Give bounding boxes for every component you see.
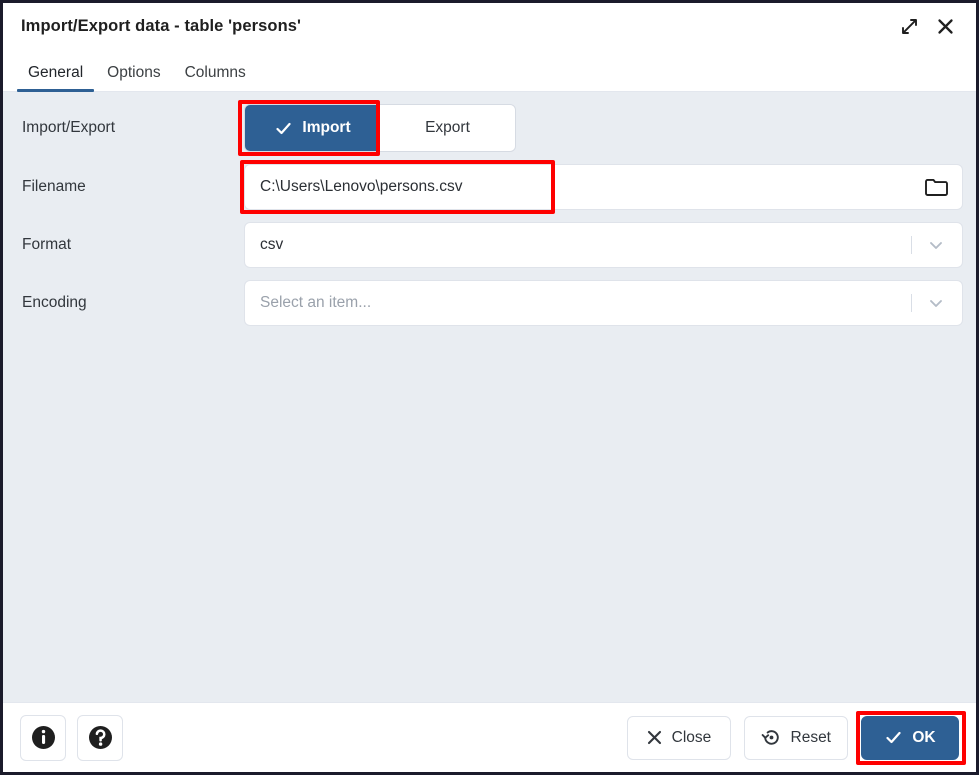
info-button[interactable] (20, 715, 66, 761)
tab-bar: General Options Columns (3, 50, 976, 92)
help-icon (87, 724, 114, 751)
import-export-dialog: Import/Export data - table 'persons' Gen… (0, 0, 979, 775)
filename-control: C:\Users\Lenovo\persons.csv (245, 165, 962, 209)
filename-input[interactable]: C:\Users\Lenovo\persons.csv (260, 178, 916, 196)
page-title: Import/Export data - table 'persons' (21, 17, 301, 36)
format-value: csv (260, 236, 911, 254)
close-button[interactable]: Close (627, 716, 731, 760)
tab-general[interactable]: General (16, 64, 95, 91)
encoding-label: Encoding (17, 294, 245, 312)
close-icon (646, 729, 663, 746)
annotation-highlight-ok (856, 711, 966, 765)
format-label: Format (17, 236, 245, 254)
title-bar: Import/Export data - table 'persons' (3, 3, 976, 50)
format-row: Format csv (17, 223, 962, 267)
info-icon (30, 724, 57, 751)
reset-button[interactable]: Reset (744, 716, 849, 760)
encoding-row: Encoding Select an item... (17, 281, 962, 325)
encoding-value: Select an item... (260, 294, 911, 312)
check-icon (884, 728, 903, 747)
encoding-select[interactable]: Select an item... (245, 281, 962, 325)
ok-button-label: OK (912, 729, 935, 747)
encoding-control: Select an item... (245, 281, 962, 325)
import-toggle-label: Import (302, 119, 350, 137)
check-icon (274, 119, 293, 138)
filename-row: Filename C:\Users\Lenovo\persons.csv (17, 165, 962, 209)
tab-columns[interactable]: Columns (173, 64, 258, 91)
export-toggle-label: Export (425, 119, 470, 137)
close-button-label: Close (672, 729, 712, 747)
close-icon[interactable] (930, 12, 960, 42)
export-toggle-button[interactable]: Export (380, 105, 515, 151)
dialog-footer: Close Reset OK (3, 702, 976, 772)
filename-field[interactable]: C:\Users\Lenovo\persons.csv (245, 165, 962, 209)
import-export-toggle-group: Import Export (245, 105, 515, 151)
format-separator (911, 236, 912, 254)
import-export-row: Import/Export Import Export (17, 105, 962, 151)
reset-button-label: Reset (791, 729, 832, 747)
chevron-down-icon[interactable] (916, 284, 956, 322)
import-export-label: Import/Export (17, 119, 245, 137)
import-toggle-button[interactable]: Import (245, 105, 380, 151)
general-tab-panel: Import/Export Import Export (3, 92, 976, 702)
reset-icon (761, 727, 782, 748)
import-export-control: Import Export (245, 105, 962, 151)
format-select[interactable]: csv (245, 223, 962, 267)
ok-button[interactable]: OK (861, 716, 959, 760)
tab-options[interactable]: Options (95, 64, 172, 91)
chevron-down-icon[interactable] (916, 226, 956, 264)
encoding-separator (911, 294, 912, 312)
filename-label: Filename (17, 178, 245, 196)
expand-diagonal-icon[interactable] (894, 12, 924, 42)
help-button[interactable] (77, 715, 123, 761)
format-control: csv (245, 223, 962, 267)
folder-icon[interactable] (916, 168, 956, 206)
